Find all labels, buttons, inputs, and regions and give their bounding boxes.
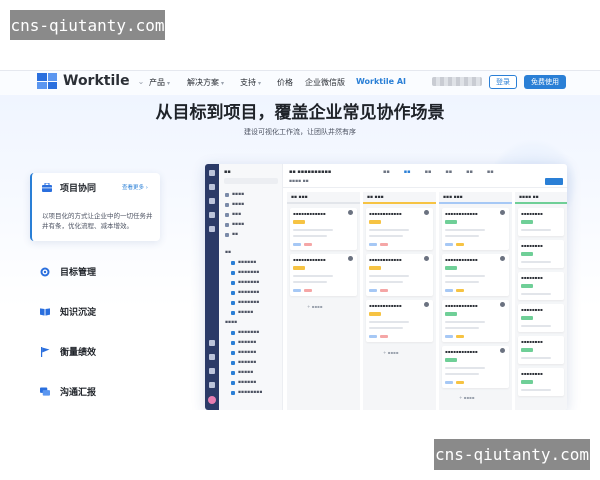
nav-item-solutions[interactable]: 解决方案 ▾	[187, 77, 224, 88]
feature-card-project[interactable]: 项目协同 查看更多 › 以项目化的方式让企业中的一切任务井井有条，优化流程、减本…	[30, 173, 160, 241]
worktile-logo-icon	[37, 73, 57, 89]
chevron-down-icon: ⌄	[137, 76, 145, 86]
blurred-phone-number	[432, 77, 482, 86]
task-card: ▪▪▪▪▪▪▪▪	[518, 304, 564, 332]
chevron-down-icon: ▾	[167, 80, 171, 87]
website-screenshot: Worktile ⌄ 产品 ▾ 解决方案 ▾ 支持 ▾ 价格 企业微信版 Workti…	[0, 70, 600, 410]
login-button[interactable]: 登录	[489, 75, 517, 89]
feature-item-goals[interactable]: 目标管理	[40, 265, 96, 278]
nav-item-ai[interactable]: Worktile AI	[356, 77, 406, 86]
app-icon-rail	[205, 164, 219, 410]
nav-item-product[interactable]: 产品 ▾	[149, 77, 170, 88]
task-card: ▪▪▪▪▪▪▪▪	[518, 208, 564, 236]
hero-subtitle: 建设可视化工作流，让团队井然有序	[244, 128, 356, 136]
feature-title: 项目协同	[60, 184, 97, 194]
hero-title: 从目标到项目，覆盖企业常见协作场景	[155, 103, 445, 123]
target-icon	[40, 267, 50, 277]
nav-item-support[interactable]: 支持 ▾	[240, 77, 261, 88]
book-icon	[40, 307, 50, 317]
task-card: ▪▪▪▪▪▪▪▪	[518, 368, 564, 396]
task-card: ▪▪▪▪▪▪▪▪▪▪▪▪	[442, 254, 509, 296]
nav-item-wecom[interactable]: 企业微信版	[305, 77, 345, 88]
brand-name: Worktile	[63, 73, 130, 89]
feature-item-performance[interactable]: 衡量绩效	[40, 345, 96, 358]
avatar	[208, 396, 216, 404]
chevron-right-icon: ›	[145, 185, 148, 191]
task-card: ▪▪▪▪▪▪▪▪▪▪▪▪	[442, 300, 509, 342]
briefcase-icon	[42, 183, 52, 193]
project-sidebar: ▪▪ ▪▪▪▪ ▪▪▪▪ ▪▪▪ ▪▪▪▪ ▪▪ ▪▪ ▪▪▪▪▪▪ ▪▪▪▪▪…	[219, 164, 283, 410]
see-more-link[interactable]: 查看更多 ›	[122, 183, 148, 191]
chevron-down-icon: ▾	[221, 80, 225, 87]
task-card: ▪▪▪▪▪▪▪▪▪▪▪▪	[366, 254, 433, 296]
free-trial-button[interactable]: 免费使用	[524, 75, 566, 89]
kanban-column: ▪▪▪▪ ▪▪ ▪▪▪▪▪▪▪▪ ▪▪▪▪▪▪▪▪ ▪▪▪▪▪▪▪▪ ▪▪▪▪▪…	[515, 192, 567, 410]
task-card: ▪▪▪▪▪▪▪▪	[518, 272, 564, 300]
task-card: ▪▪▪▪▪▪▪▪	[518, 240, 564, 268]
brand-logo[interactable]: Worktile ⌄	[37, 73, 144, 89]
feature-item-reporting[interactable]: 沟通汇报	[40, 385, 96, 398]
task-card: ▪▪▪▪▪▪▪▪▪▪▪▪	[442, 346, 509, 388]
task-card: ▪▪▪▪▪▪▪▪▪▪▪▪	[442, 208, 509, 250]
task-card: ▪▪▪▪▪▪▪▪▪▪▪▪	[366, 300, 433, 342]
chat-icon	[40, 386, 50, 397]
watermark-top: cns-qiutanty.com	[10, 10, 165, 40]
flag-icon	[40, 346, 50, 357]
chevron-down-icon: ▾	[258, 80, 262, 87]
feature-item-knowledge[interactable]: 知识沉淀	[40, 305, 96, 318]
top-nav: Worktile ⌄ 产品 ▾ 解决方案 ▾ 支持 ▾ 价格 企业微信版 Workti…	[0, 71, 600, 95]
task-card: ▪▪▪▪▪▪▪▪▪▪▪▪	[366, 208, 433, 250]
kanban-column: ▪▪ ▪▪▪ ▪▪▪▪▪▪▪▪▪▪▪▪ ▪▪▪▪▪▪▪▪▪▪▪▪ + ▪▪▪▪	[287, 192, 360, 410]
page: cns-qiutanty.com Worktile ⌄ 产品 ▾ 解决方案 ▾ 支持…	[0, 0, 600, 480]
task-card: ▪▪▪▪▪▪▪▪	[518, 336, 564, 364]
feature-description: 以项目化的方式让企业中的一切任务井井有条，优化流程、减本增效。	[42, 212, 153, 230]
watermark-bottom: cns-qiutanty.com	[434, 439, 590, 470]
kanban-column: ▪▪▪ ▪▪▪ ▪▪▪▪▪▪▪▪▪▪▪▪ ▪▪▪▪▪▪▪▪▪▪▪▪ ▪▪▪▪▪▪…	[439, 192, 512, 410]
board-header: ▪▪ ▪▪▪▪▪▪▪▪▪▪ ▪▪ ▪▪ ▪▪ ▪▪ ▪▪ ▪▪ ▪▪▪▪ ▪▪	[283, 164, 567, 188]
product-screenshot: ▪▪ ▪▪▪▪ ▪▪▪▪ ▪▪▪ ▪▪▪▪ ▪▪ ▪▪ ▪▪▪▪▪▪ ▪▪▪▪▪…	[205, 164, 567, 410]
task-card: ▪▪▪▪▪▪▪▪▪▪▪▪	[290, 208, 357, 250]
kanban-column: ▪▪ ▪▪▪ ▪▪▪▪▪▪▪▪▪▪▪▪ ▪▪▪▪▪▪▪▪▪▪▪▪ ▪▪▪▪▪▪▪…	[363, 192, 436, 410]
nav-item-pricing[interactable]: 价格	[277, 77, 293, 88]
task-card: ▪▪▪▪▪▪▪▪▪▪▪▪	[290, 254, 357, 296]
